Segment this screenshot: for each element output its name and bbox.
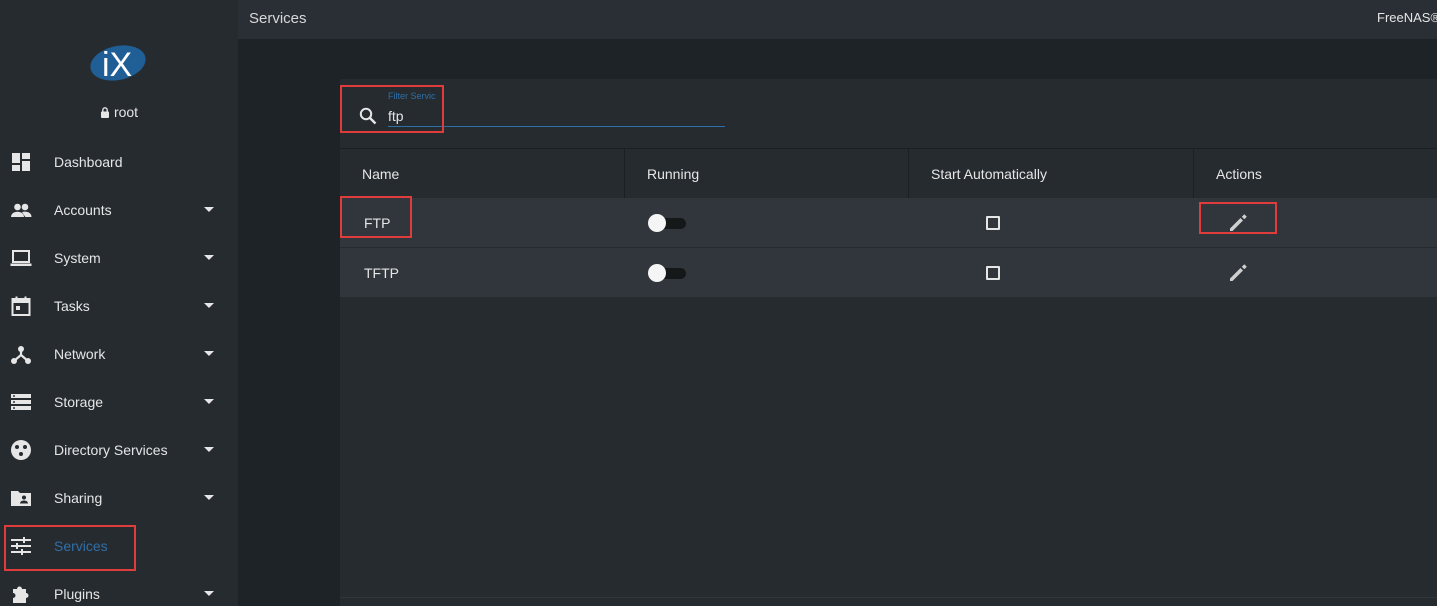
column-header-name[interactable]: Name — [340, 149, 625, 199]
sidebar-item-services[interactable]: Services — [0, 522, 238, 570]
chevron-down-icon — [204, 303, 214, 308]
search-icon — [359, 107, 377, 125]
extension-icon — [13, 586, 29, 603]
sidebar-item-label: System — [54, 250, 101, 266]
chevron-down-icon — [204, 399, 214, 404]
chevron-down-icon — [204, 351, 214, 356]
edit-icon[interactable] — [1227, 212, 1249, 234]
table-row: TFTP — [340, 248, 1437, 298]
filter-input[interactable] — [388, 105, 725, 127]
svg-text:iX: iX — [102, 46, 132, 84]
start-automatically-checkbox[interactable] — [986, 266, 1000, 280]
chevron-down-icon — [204, 591, 214, 596]
storage-icon — [11, 394, 31, 410]
column-header-actions: Actions — [1216, 166, 1262, 182]
ix-logo: iX — [90, 45, 146, 84]
folder-shared-icon — [11, 491, 31, 506]
tune-icon — [11, 537, 31, 555]
column-header-start-automatically[interactable]: Start Automatically — [909, 149, 1194, 199]
brand-name: FreeNAS® — [1377, 10, 1437, 25]
chevron-down-icon — [204, 255, 214, 260]
table-row: FTP — [340, 198, 1437, 248]
sidebar-item-label: Tasks — [54, 298, 90, 314]
current-user: root — [0, 104, 238, 120]
sidebar-item-label: Network — [54, 346, 106, 362]
directory-icon — [11, 440, 31, 460]
filter-label: Filter Servic — [388, 91, 436, 101]
sidebar-item-label: Storage — [54, 394, 104, 410]
sidebar-item-system[interactable]: System — [0, 234, 238, 282]
sidebar-item-directory-services[interactable]: Directory Services — [0, 426, 238, 474]
sidebar-item-storage[interactable]: Storage — [0, 378, 238, 426]
chevron-down-icon — [204, 207, 214, 212]
running-toggle[interactable] — [648, 264, 686, 282]
edit-icon[interactable] — [1227, 262, 1249, 284]
chevron-down-icon — [204, 495, 214, 500]
chevron-down-icon — [204, 447, 214, 452]
service-name: FTP — [364, 215, 391, 231]
sidebar: iX root Dashboard Accounts System Tasks … — [0, 0, 238, 606]
divider — [340, 597, 1437, 598]
sidebar-item-label: Dashboard — [54, 154, 123, 170]
services-card: Filter Servic Name Running Start Automat… — [340, 79, 1437, 606]
sidebar-item-accounts[interactable]: Accounts — [0, 186, 238, 234]
table-header: Name Running Start Automatically Actions — [340, 148, 1437, 199]
sidebar-item-tasks[interactable]: Tasks — [0, 282, 238, 330]
sidebar-item-label: Directory Services — [54, 442, 168, 458]
people-icon — [11, 203, 32, 217]
lock-icon — [100, 107, 109, 118]
running-toggle[interactable] — [648, 214, 686, 232]
sidebar-item-sharing[interactable]: Sharing — [0, 474, 238, 522]
start-automatically-checkbox[interactable] — [986, 216, 1000, 230]
service-name: TFTP — [364, 265, 399, 281]
sidebar-item-label: Sharing — [54, 490, 103, 506]
sidebar-item-label: Services — [54, 538, 108, 554]
username: root — [113, 104, 139, 120]
dashboard-icon — [12, 153, 30, 171]
sidebar-item-plugins[interactable]: Plugins — [0, 570, 238, 606]
sidebar-item-label: Accounts — [54, 202, 112, 218]
sidebar-item-label: Plugins — [54, 586, 100, 602]
page-title: Services — [249, 10, 307, 27]
calendar-icon — [11, 296, 31, 316]
sidebar-item-network[interactable]: Network — [0, 330, 238, 378]
sidebar-item-dashboard[interactable]: Dashboard — [0, 138, 238, 186]
filter-bar: Filter Servic — [340, 79, 1437, 148]
top-bar: Services FreeNAS® — [238, 0, 1437, 39]
column-header-running[interactable]: Running — [625, 149, 909, 199]
network-icon — [11, 346, 31, 364]
laptop-icon — [10, 250, 32, 266]
